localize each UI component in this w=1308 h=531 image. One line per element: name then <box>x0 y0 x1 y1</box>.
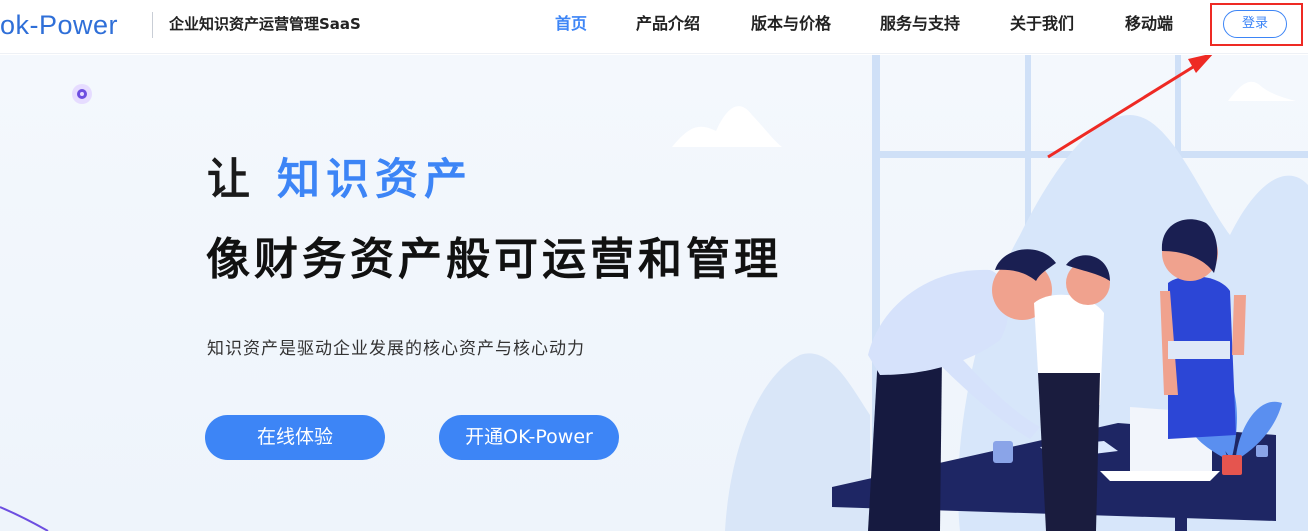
decor-curve <box>0 506 49 531</box>
hero-subline: 知识资产是驱动企业发展的核心资产与核心动力 <box>207 339 585 359</box>
decor-circle-icon <box>72 84 92 104</box>
nav-item-pricing[interactable]: 版本与价格 <box>751 14 831 34</box>
open-ok-power-button[interactable]: 开通OK-Power <box>439 415 619 460</box>
site-header: ok-Power 企业知识资产运营管理SaaS 首页 产品介绍 版本与价格 服务… <box>0 0 1308 54</box>
headline-secondary: 像财务资产般可运营和管理 <box>206 234 782 285</box>
nav-item-about[interactable]: 关于我们 <box>1010 14 1074 34</box>
logo[interactable]: ok-Power <box>0 10 118 40</box>
tagline: 企业知识资产运营管理SaaS <box>169 15 361 33</box>
headline-primary: 让 知识资产 <box>207 155 473 205</box>
nav-item-mobile[interactable]: 移动端 <box>1125 14 1173 34</box>
cloud <box>672 106 782 147</box>
nav-item-support[interactable]: 服务与支持 <box>880 14 960 34</box>
logo-text: ok-Power <box>0 10 119 40</box>
headline-accent: 知识资产 <box>276 155 473 205</box>
hero-illustration <box>0 55 1308 531</box>
hero-banner: 让 知识资产 像财务资产般可运营和管理 知识资产是驱动企业发展的核心资产与核心动… <box>0 55 1308 531</box>
online-trial-button[interactable]: 在线体验 <box>205 415 385 460</box>
nav-item-product[interactable]: 产品介绍 <box>636 14 700 34</box>
plant-pot <box>1222 455 1242 475</box>
cup <box>993 441 1013 463</box>
logo-divider <box>152 12 153 38</box>
headline-prefix: 让 <box>207 155 277 205</box>
cloud-right <box>1228 81 1296 101</box>
nav-item-home[interactable]: 首页 <box>555 14 587 34</box>
login-button[interactable]: 登录 <box>1223 10 1287 38</box>
table-leg <box>1175 515 1187 531</box>
